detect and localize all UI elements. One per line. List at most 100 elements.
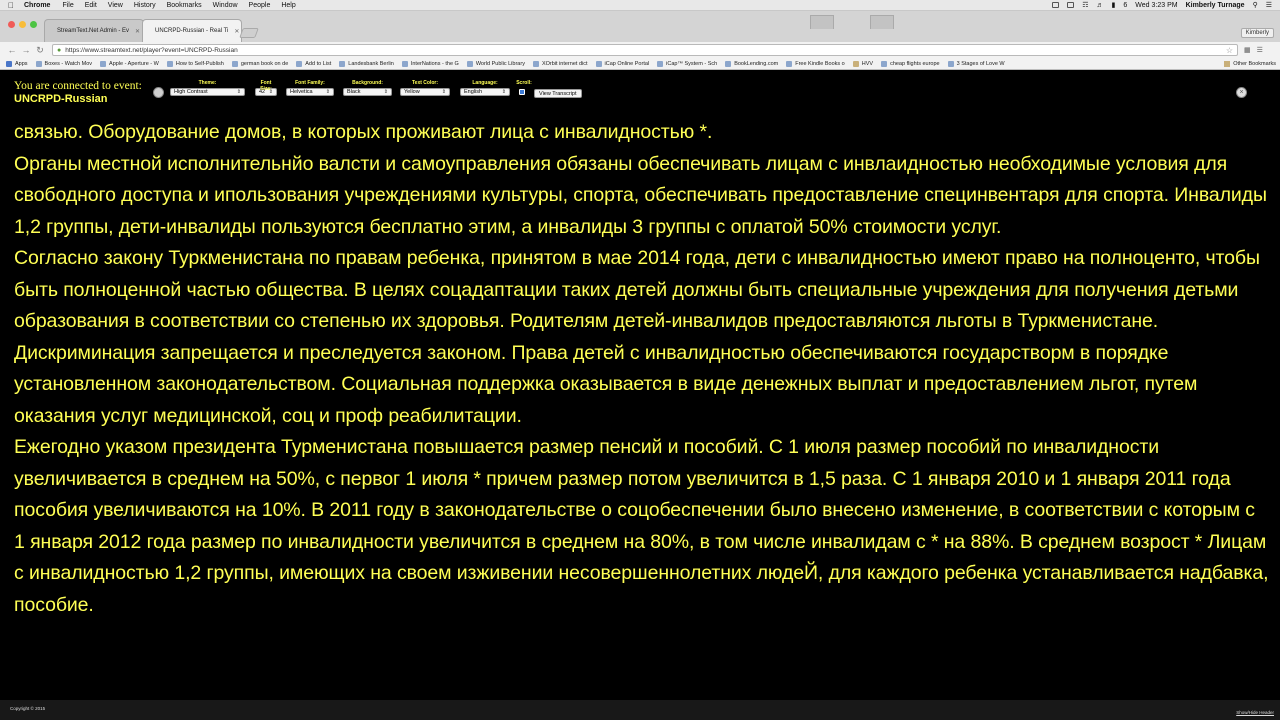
language-label: Language: xyxy=(472,80,498,86)
bookmark-apps[interactable]: Apps xyxy=(6,60,28,67)
page-footer: Copyright © 2015 Show/Hide Header xyxy=(0,700,1280,720)
background-control: Background: Black ⇕ xyxy=(343,80,392,96)
language-select[interactable]: English ⇕ xyxy=(460,88,510,96)
reload-icon[interactable]: ↻ xyxy=(34,45,46,56)
bookmark-folder[interactable]: HVV xyxy=(852,60,873,67)
bookmark-item[interactable]: Add to List xyxy=(296,60,331,67)
profile-button[interactable]: Kimberly xyxy=(1240,28,1274,38)
zoom-window-icon[interactable] xyxy=(30,21,37,28)
bookmark-favicon-icon xyxy=(947,60,954,67)
tab-uncrpd-russian[interactable]: UNCRPD-Russian - Real Ti ✕ xyxy=(142,19,242,42)
pause-toggle-button[interactable] xyxy=(153,87,164,98)
bookmark-label: BookLending.com xyxy=(734,60,779,67)
select-arrows-icon: ⇕ xyxy=(325,89,330,95)
status-icon[interactable] xyxy=(1052,2,1060,8)
menu-icon[interactable]: ☰ xyxy=(1257,46,1263,54)
menu-file[interactable]: File xyxy=(62,2,73,9)
close-tab-icon[interactable]: ✕ xyxy=(228,28,239,35)
bookmark-item[interactable]: Boxes - Watch Mov xyxy=(35,60,92,67)
font-family-select[interactable]: Helvetica ⇕ xyxy=(286,88,334,96)
bookmark-item[interactable]: World Public Library xyxy=(466,60,525,67)
other-bookmarks[interactable]: Other Bookmarks xyxy=(1224,60,1276,67)
bookmark-item[interactable]: 3 Stages of Love W xyxy=(947,60,1005,67)
background-value: Black xyxy=(347,89,361,95)
close-tab-icon[interactable]: ✕ xyxy=(129,28,140,35)
forward-arrow-icon[interactable]: → xyxy=(20,45,32,55)
user-name[interactable]: Kimberly Turnage xyxy=(1186,2,1245,9)
bookmark-favicon-icon xyxy=(401,60,408,67)
select-arrows-icon: ⇕ xyxy=(268,89,273,95)
text-color-select[interactable]: Yellow ⇕ xyxy=(400,88,450,96)
wifi-icon[interactable]: ☶ xyxy=(1082,1,1088,9)
menu-help[interactable]: Help xyxy=(281,2,295,9)
tab-streamtext-admin[interactable]: StreamText.Net Admin - Ev ✕ xyxy=(44,19,144,42)
bookmark-item[interactable]: XOrbit internet dict xyxy=(532,60,588,67)
background-select[interactable]: Black ⇕ xyxy=(343,88,392,96)
bookmark-label: Apple - Aperture - W xyxy=(109,60,159,67)
tab-title: UNCRPD-Russian - Real Ti xyxy=(155,28,229,34)
bookmark-favicon-icon xyxy=(657,60,664,67)
bookmark-star-icon[interactable]: ☆ xyxy=(1226,46,1233,55)
apps-grid-icon xyxy=(6,60,12,67)
bookmark-item[interactable]: How to Self-Publish xyxy=(166,60,224,67)
address-bar[interactable]: ● https://www.streamtext.net/player?even… xyxy=(52,44,1238,56)
scroll-checkbox[interactable] xyxy=(519,89,525,95)
menu-edit[interactable]: Edit xyxy=(85,2,97,9)
menu-bookmarks[interactable]: Bookmarks xyxy=(167,2,202,9)
search-icon[interactable]: ⚲ xyxy=(1253,1,1258,9)
bookmark-item[interactable]: InterNations - the G xyxy=(401,60,459,67)
event-name: UNCRPD-Russian xyxy=(14,93,108,105)
menu-history[interactable]: History xyxy=(134,2,156,9)
bookmark-item[interactable]: iCap™ System - Sch xyxy=(657,60,717,67)
transcript-paragraph: связью. Оборудование домов, в которых пр… xyxy=(14,121,713,143)
tab-title: StreamText.Net Admin - Ev xyxy=(57,28,130,34)
show-hide-header-link[interactable]: Show/Hide Header xyxy=(1236,710,1274,715)
battery-level: 6 xyxy=(1123,1,1128,9)
bookmarks-bar: Apps Boxes - Watch Mov Apple - Aperture … xyxy=(0,58,1280,70)
font-size-control: Font Size: 42 ⇕ xyxy=(255,80,277,96)
back-arrow-icon[interactable]: ← xyxy=(6,45,18,55)
browser-toolbar: ← → ↻ ● https://www.streamtext.net/playe… xyxy=(0,42,1280,58)
dragged-tab-ghost xyxy=(870,15,894,29)
menu-view[interactable]: View xyxy=(108,2,123,9)
bookmark-label: cheap flights europe xyxy=(890,60,940,67)
menu-window[interactable]: Window xyxy=(213,2,238,9)
url-text[interactable]: https://www.streamtext.net/player?event=… xyxy=(65,47,238,54)
theme-control: Theme: High Contrast ⇕ xyxy=(170,80,245,96)
bookmark-favicon-icon xyxy=(725,60,732,67)
bookmark-item[interactable]: BookLending.com xyxy=(725,60,779,67)
clock-text[interactable]: Wed 3:23 PM xyxy=(1135,2,1177,9)
bookmark-item[interactable]: Apple - Aperture - W xyxy=(100,60,159,67)
list-icon[interactable]: ☰ xyxy=(1266,1,1272,9)
apple-menu-icon[interactable]:  xyxy=(8,1,14,10)
bookmark-item[interactable]: iCap Online Portal xyxy=(595,60,649,67)
font-family-label: Font Family: xyxy=(295,80,325,86)
minimize-window-icon[interactable] xyxy=(19,21,26,28)
status-icon[interactable] xyxy=(1067,2,1075,8)
close-window-icon[interactable] xyxy=(8,21,15,28)
bookmark-item[interactable]: Landesbank Berlin xyxy=(339,60,394,67)
bookmark-item[interactable]: Free Kindle Books o xyxy=(786,60,845,67)
extension-icon[interactable]: ▦ xyxy=(1244,46,1251,54)
bookmark-favicon-icon xyxy=(231,60,238,67)
theme-select[interactable]: High Contrast ⇕ xyxy=(170,88,245,96)
menu-people[interactable]: People xyxy=(249,2,271,9)
copyright-text: Copyright © 2015 xyxy=(10,706,46,711)
bookmark-item[interactable]: cheap flights europe xyxy=(881,60,940,67)
select-arrows-icon: ⇕ xyxy=(236,89,241,95)
bookmark-label: Landesbank Berlin xyxy=(348,60,394,67)
close-header-icon[interactable]: × xyxy=(1236,87,1247,98)
text-color-value: Yellow xyxy=(404,89,420,95)
battery-icon[interactable]: ▮ xyxy=(1112,1,1116,9)
bookmark-label: How to Self-Publish xyxy=(175,60,224,67)
bookmark-favicon-icon xyxy=(532,60,539,67)
menu-app-name[interactable]: Chrome xyxy=(24,2,50,9)
folder-icon xyxy=(1224,60,1231,67)
lock-icon: ● xyxy=(57,46,62,54)
transcript-area[interactable]: связью. Оборудование домов, в которых пр… xyxy=(14,117,1270,687)
bookmark-item[interactable]: german book on de xyxy=(231,60,288,67)
language-value: English xyxy=(464,89,483,95)
bookmark-favicon-icon xyxy=(166,60,173,67)
volume-icon[interactable]: ♬ xyxy=(1097,2,1104,9)
view-transcript-button[interactable]: View Transcript xyxy=(534,89,582,98)
